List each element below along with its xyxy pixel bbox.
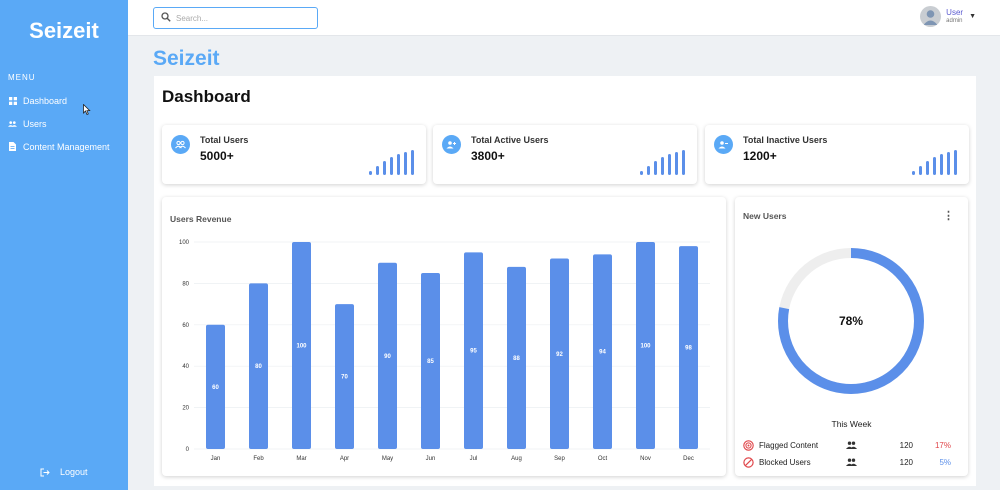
user-menu[interactable]: User admin ▼ [920, 6, 976, 27]
bar-value-label: 60 [212, 385, 219, 391]
stat-card-total-users: Total Users 5000+ [162, 125, 426, 184]
y-tick-label: 100 [179, 240, 190, 246]
user-plus-icon [442, 135, 461, 154]
users-revenue-card: Users Revenue 0 20 40 60 80 100 60 Jan 80 Feb 100 M… [162, 197, 726, 476]
stat-value: 3800+ [471, 149, 505, 163]
x-tick-label: Oct [598, 456, 608, 462]
x-tick-label: Aug [511, 456, 522, 462]
x-tick-label: Feb [253, 456, 264, 462]
row-percent: 17% [934, 440, 951, 450]
logout-icon [40, 468, 50, 477]
sidebar-item-label: Content Management [23, 141, 110, 152]
y-tick-label: 40 [182, 364, 189, 370]
user-role: admin [946, 17, 963, 24]
logout-label: Logout [60, 467, 88, 477]
row-percent: 5% [939, 457, 951, 467]
stat-label: Total Active Users [471, 135, 549, 145]
sidebar-item-label: Users [23, 118, 47, 129]
search-box[interactable] [153, 7, 318, 29]
row-count: 120 [899, 457, 913, 467]
stat-label: Total Inactive Users [743, 135, 828, 145]
y-tick-label: 80 [182, 281, 189, 287]
x-tick-label: Jul [470, 456, 478, 462]
users-revenue-chart: 0 20 40 60 80 100 60 Jan 80 Feb 100 Mar 70 Apr 90 May 85… [179, 240, 710, 462]
mouse-cursor-icon [83, 102, 91, 120]
mini-bar-chart-icon [640, 150, 685, 175]
y-tick-label: 0 [186, 447, 190, 453]
stat-value: 1200+ [743, 149, 777, 163]
bar-value-label: 100 [640, 344, 651, 350]
users-icon [8, 119, 17, 128]
bar-value-label: 92 [556, 352, 563, 358]
sidebar-nav: Dashboard Users Content Management [0, 89, 128, 158]
blocked-users-row[interactable]: Blocked Users 120 5% [743, 455, 961, 469]
new-users-title: New Users [743, 211, 787, 221]
people-icon [846, 455, 857, 469]
ring-percent-label: 78% [839, 314, 863, 328]
x-tick-label: Mar [296, 456, 306, 462]
bar-value-label: 95 [470, 349, 477, 355]
dashboard-panel: Dashboard Total Users 5000+ Total Active… [154, 76, 976, 486]
row-count: 120 [899, 440, 913, 450]
user-info: User admin [946, 8, 963, 26]
dashboard-grid-icon [8, 96, 17, 105]
stat-card-inactive-users: Total Inactive Users 1200+ [705, 125, 969, 184]
people-icon [846, 438, 857, 452]
x-tick-label: Jan [211, 456, 221, 462]
bar-value-label: 100 [296, 344, 307, 350]
row-label: Flagged Content [759, 440, 819, 450]
x-tick-label: Sep [554, 456, 565, 462]
x-tick-label: Dec [683, 456, 694, 462]
page-title: Dashboard [162, 87, 251, 106]
search-icon [161, 9, 171, 27]
x-tick-label: Apr [340, 456, 349, 462]
mini-bar-chart-icon [912, 150, 957, 175]
app-logo: Seizeit [29, 18, 99, 43]
avatar [920, 6, 942, 27]
x-tick-label: Nov [640, 456, 651, 462]
y-tick-label: 20 [182, 406, 189, 412]
user-name: User [946, 7, 964, 17]
stat-value: 5000+ [200, 149, 234, 163]
menu-heading: MENU [8, 73, 36, 82]
page-brand: Seizeit [153, 47, 220, 70]
mini-bar-chart-icon [369, 150, 414, 175]
bar-value-label: 98 [685, 346, 692, 352]
x-tick-label: May [382, 456, 393, 462]
new-users-ring-chart: 78% [778, 248, 924, 394]
block-icon [743, 455, 754, 469]
search-input[interactable] [176, 13, 306, 23]
caret-down-icon[interactable]: ▼ [969, 13, 976, 20]
sidebar-item-content-management[interactable]: Content Management [0, 135, 128, 158]
x-tick-label: Jun [426, 456, 436, 462]
sidebar: Seizeit MENU Dashboard Users Content Man… [0, 0, 128, 490]
bar-value-label: 90 [384, 354, 391, 360]
bar-value-label: 85 [427, 359, 434, 365]
flagged-content-row[interactable]: Flagged Content 120 17% [743, 438, 961, 452]
bar-value-label: 94 [599, 350, 606, 356]
more-options-icon[interactable]: ⋮ [943, 209, 954, 222]
user-minus-icon [714, 135, 733, 154]
stat-label: Total Users [200, 135, 249, 145]
y-tick-label: 60 [182, 323, 189, 329]
document-icon [8, 142, 17, 151]
new-users-card: New Users ⋮ 78% This Week Flagged Conten… [735, 197, 968, 476]
row-label: Blocked Users [759, 457, 811, 467]
logout-button[interactable]: Logout [40, 467, 88, 477]
top-bar: User admin ▼ [128, 0, 1000, 36]
sidebar-item-label: Dashboard [23, 95, 68, 106]
bar-value-label: 88 [513, 356, 520, 362]
stat-card-active-users: Total Active Users 3800+ [433, 125, 697, 184]
period-label: This Week [831, 419, 872, 429]
flag-target-icon [743, 438, 754, 452]
sidebar-item-dashboard[interactable]: Dashboard [0, 89, 128, 112]
bar-value-label: 80 [255, 364, 262, 370]
sidebar-item-users[interactable]: Users [0, 112, 128, 135]
users-icon [171, 135, 190, 154]
bar-value-label: 70 [341, 375, 348, 381]
